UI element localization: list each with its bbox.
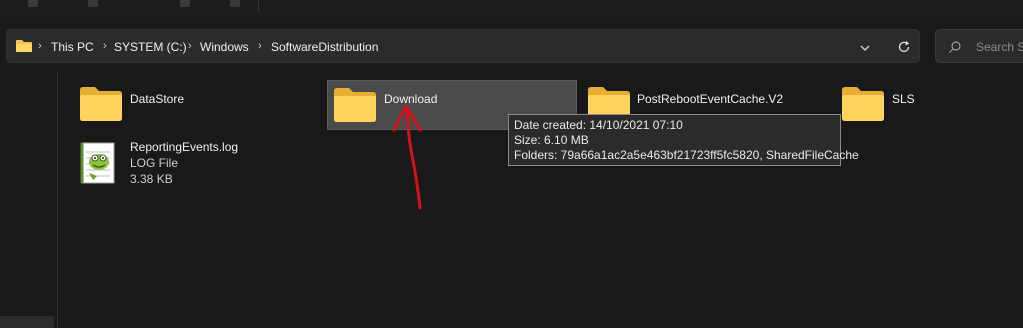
breadcrumb-chevron-icon[interactable]: › (103, 40, 107, 52)
tooltip-folders: Folders: 79a66a1ac2a5e463bf21723ff5fc582… (514, 148, 859, 162)
item-name: ReportingEvents.log (130, 140, 239, 154)
folder-info-tooltip: Date created: 14/10/2021 07:10 Size: 6.1… (508, 114, 859, 166)
item-type: LOG File (130, 156, 179, 170)
search-box[interactable]: Search So (935, 29, 1023, 63)
folder-icon (15, 39, 33, 58)
command-bar (0, 0, 1023, 16)
breadcrumb-chevron-icon[interactable]: › (38, 40, 42, 52)
breadcrumb-softwaredistribution[interactable]: SoftwareDistribution (271, 40, 378, 54)
nav-pane-divider (57, 72, 58, 328)
chevron-down-icon[interactable] (859, 41, 871, 53)
breadcrumb-chevron-icon[interactable]: › (188, 40, 192, 52)
annotation-arrow-icon (392, 104, 422, 210)
item-name: SLS (892, 92, 915, 106)
search-icon (948, 40, 962, 59)
tooltip-date-created: Date created: 14/10/2021 07:10 (514, 118, 683, 132)
breadcrumb-windows[interactable]: Windows (200, 40, 249, 54)
folder-item-sls[interactable]: SLS (838, 80, 1018, 130)
toolbar-divider (258, 0, 259, 12)
refresh-icon[interactable] (897, 40, 911, 54)
breadcrumb-system-c[interactable]: SYSTEM (C:) (114, 40, 187, 54)
notepad-plus-plus-file-icon (79, 140, 119, 191)
address-bar[interactable]: › This PC › SYSTEM (C:) › Windows › Soft… (6, 29, 920, 63)
item-name: DataStore (130, 92, 185, 106)
item-name: PostRebootEventCache.V2 (637, 92, 784, 106)
folder-icon (79, 86, 123, 127)
search-input[interactable]: Search So (976, 40, 1023, 54)
folder-icon (333, 87, 377, 128)
nav-pane-scroll-area[interactable] (0, 316, 54, 328)
folder-item-datastore[interactable]: DataStore (75, 80, 315, 130)
breadcrumb-this-pc[interactable]: This PC (51, 40, 94, 54)
toolbar-button-stub[interactable] (180, 0, 190, 7)
item-size: 3.38 KB (130, 172, 173, 186)
toolbar-button-stub[interactable] (230, 0, 240, 7)
file-item-reportingevents-log[interactable]: ReportingEvents.log LOG File 3.38 KB (75, 136, 315, 192)
tooltip-size: Size: 6.10 MB (514, 133, 589, 147)
breadcrumb-chevron-icon[interactable]: › (258, 40, 262, 52)
toolbar-button-stub[interactable] (28, 0, 38, 7)
folder-icon (841, 86, 885, 127)
toolbar-button-stub[interactable] (88, 0, 98, 7)
